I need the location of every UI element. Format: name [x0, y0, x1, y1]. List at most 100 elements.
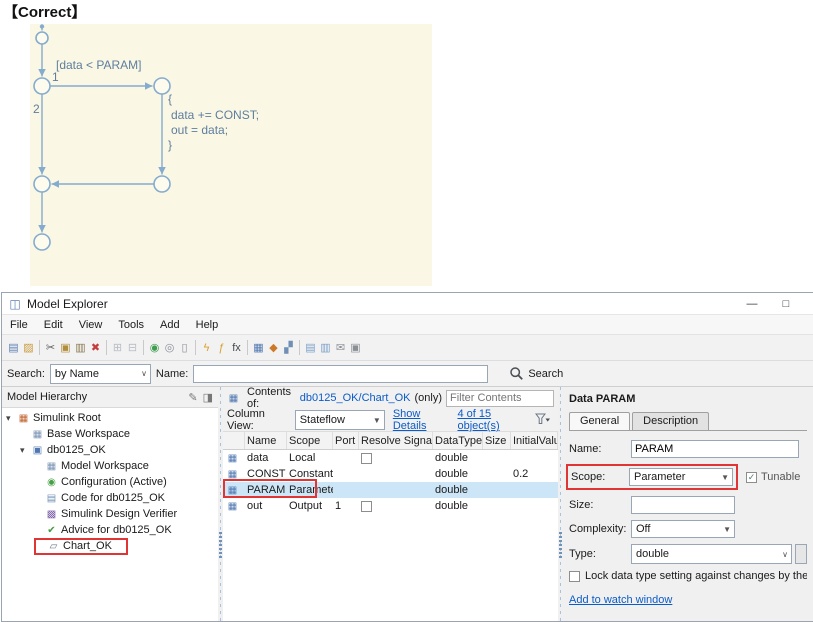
tile-layout-icon[interactable]: ⊞ — [110, 338, 125, 357]
cell-datatype: double — [435, 484, 469, 496]
paste-icon[interactable]: ▥ — [73, 338, 88, 357]
data-object-icon: ▦ — [227, 468, 238, 480]
export-icon[interactable]: ▥ — [318, 338, 333, 357]
column-header-port[interactable]: Port — [333, 432, 359, 449]
grid-pair-icon[interactable]: ▞ — [281, 338, 296, 357]
junction-1[interactable] — [35, 31, 49, 45]
record-icon[interactable]: ◉ — [147, 338, 162, 357]
menu-file[interactable]: File — [2, 319, 36, 331]
object-count-link[interactable]: 4 of 15 object(s) — [457, 408, 527, 432]
name-field[interactable] — [631, 440, 799, 458]
action-line-1[interactable]: data += CONST; — [171, 108, 259, 122]
pane-splitter-right[interactable] — [558, 387, 563, 621]
filter-contents-input[interactable] — [446, 389, 554, 407]
table-row-param-selected[interactable]: ▦ PARAM Parameter double — [223, 482, 558, 498]
resolve-signal-checkbox[interactable] — [361, 452, 372, 464]
table-header[interactable]: Name Scope Port Resolve Signal DataType … — [223, 432, 558, 450]
chevron-down-icon[interactable]: ▾ — [6, 413, 17, 424]
cut-icon[interactable]: ✂ — [43, 338, 58, 357]
menu-tools[interactable]: Tools — [110, 319, 152, 331]
contents-path-link[interactable]: db0125_OK/Chart_OK — [300, 392, 411, 404]
fx-icon[interactable]: fx — [229, 338, 244, 357]
menu-edit[interactable]: Edit — [36, 319, 71, 331]
junction-6[interactable] — [33, 233, 51, 251]
search-name-input[interactable] — [193, 364, 489, 383]
tab-general[interactable]: General — [569, 412, 631, 430]
menu-view[interactable]: View — [71, 319, 111, 331]
cell-scope: Constant — [289, 468, 333, 480]
contents-grid-icon: ▦ — [228, 392, 239, 404]
type-expand-button[interactable] — [795, 544, 807, 564]
table-row-out[interactable]: ▦ out Output 1 double — [223, 498, 558, 514]
tab-description[interactable]: Description — [632, 412, 710, 430]
column-header-datatype[interactable]: DataType — [433, 432, 483, 449]
chevron-down-icon: ▼ — [372, 415, 381, 425]
copy-icon[interactable]: ▣ — [58, 338, 73, 357]
column-view-dropdown[interactable]: Stateflow ▼ — [294, 410, 385, 430]
search-mode-dropdown[interactable]: by Name ∨ — [49, 363, 151, 384]
scope-label: Scope: — [571, 471, 606, 483]
menu-help[interactable]: Help — [188, 319, 227, 331]
resolve-signal-checkbox[interactable] — [361, 500, 372, 512]
run-function-icon[interactable]: ƒ — [214, 338, 229, 357]
chevron-down-icon[interactable]: ▾ — [20, 445, 31, 456]
table-row-data[interactable]: ▦ data Local double — [223, 450, 558, 466]
junction-5[interactable] — [153, 175, 171, 193]
add-to-watch-link[interactable]: Add to watch window — [569, 594, 672, 606]
type-dropdown[interactable]: double ∨ — [631, 544, 792, 564]
open-folder-icon[interactable]: ▨ — [21, 338, 36, 357]
tree-item-model-workspace[interactable]: ▦ Model Workspace — [2, 458, 218, 474]
pencil-icon[interactable]: ✎ — [188, 391, 197, 404]
filter-icon[interactable] — [535, 413, 551, 428]
search-button[interactable]: Search — [509, 366, 563, 381]
tree-item-base-workspace[interactable]: ▦ Base Workspace — [2, 426, 218, 442]
scope-dropdown[interactable]: Parameter ▼ — [629, 468, 733, 486]
snapshot-icon[interactable]: ◎ — [162, 338, 177, 357]
print-icon[interactable]: ▣ — [348, 338, 363, 357]
delete-icon[interactable]: ✖ — [88, 338, 103, 357]
column-header-resolve-signal[interactable]: Resolve Signal — [359, 432, 433, 449]
column-header-name[interactable]: Name — [245, 432, 287, 449]
model-hierarchy-pane: Model Hierarchy ✎ ◨ ▾ ▦ Simulink Root ▦ … — [2, 387, 218, 621]
tree-item-configuration-active[interactable]: ◉ Configuration (Active) — [2, 474, 218, 490]
size-field[interactable] — [631, 496, 735, 514]
report-icon[interactable]: ▤ — [303, 338, 318, 357]
minimize-button[interactable]: — — [745, 298, 759, 310]
column-view-label: Column View: — [227, 408, 265, 432]
compare-icon[interactable]: ◆ — [266, 338, 281, 357]
transition-condition-label[interactable]: [data < PARAM] — [56, 58, 141, 72]
tree-item-db0125-ok[interactable]: ▾ ▣ db0125_OK — [2, 442, 218, 458]
column-header-initialvalue[interactable]: InitialValu — [511, 432, 558, 449]
column-header-size[interactable]: Size — [483, 432, 511, 449]
single-layout-icon[interactable]: ⊟ — [125, 338, 140, 357]
cell-scope: Output — [289, 500, 323, 512]
action-brace-close: } — [168, 138, 172, 152]
chart-icon: ▱ — [49, 540, 58, 552]
tree-item-design-verifier[interactable]: ▩ Simulink Design Verifier — [2, 506, 218, 522]
tree-item-code[interactable]: ▤ Code for db0125_OK — [2, 490, 218, 506]
new-model-icon[interactable]: ▤ — [6, 338, 21, 357]
lock-datatype-checkbox[interactable] — [569, 570, 580, 582]
tree-item-simulink-root[interactable]: ▾ ▦ Simulink Root — [2, 410, 218, 426]
show-details-link[interactable]: Show Details — [393, 408, 450, 432]
mail-icon[interactable]: ✉ — [333, 338, 348, 357]
action-line-2[interactable]: out = data; — [171, 123, 228, 137]
menu-add[interactable]: Add — [152, 319, 188, 331]
inspector-tabs: General Description — [569, 412, 807, 430]
parse-icon[interactable]: ϟ — [199, 338, 214, 357]
tree-item-advice[interactable]: ✔ Advice for db0125_OK — [2, 522, 218, 538]
tunable-checkbox[interactable]: ✓ Tunable — [746, 471, 800, 483]
table-view-icon[interactable]: ▦ — [251, 338, 266, 357]
maximize-button[interactable]: □ — [779, 298, 793, 310]
complexity-dropdown[interactable]: Off ▼ — [631, 520, 735, 538]
title-bar[interactable]: ◫ Model Explorer — □ — [2, 293, 813, 315]
stateflow-chart-canvas: [data < PARAM] 1 2 { data += CONST; out … — [30, 24, 432, 286]
page-icon[interactable]: ▯ — [177, 338, 192, 357]
junction-2[interactable] — [33, 77, 51, 95]
column-header-scope[interactable]: Scope — [287, 432, 333, 449]
panel-title: Data PARAM — [569, 393, 636, 405]
table-row-const[interactable]: ▦ CONST Constant double 0.2 — [223, 466, 558, 482]
camera-icon[interactable]: ◨ — [203, 391, 213, 404]
junction-4[interactable] — [33, 175, 51, 193]
tree-item-chart-ok[interactable]: ▱ Chart_OK — [2, 537, 218, 555]
